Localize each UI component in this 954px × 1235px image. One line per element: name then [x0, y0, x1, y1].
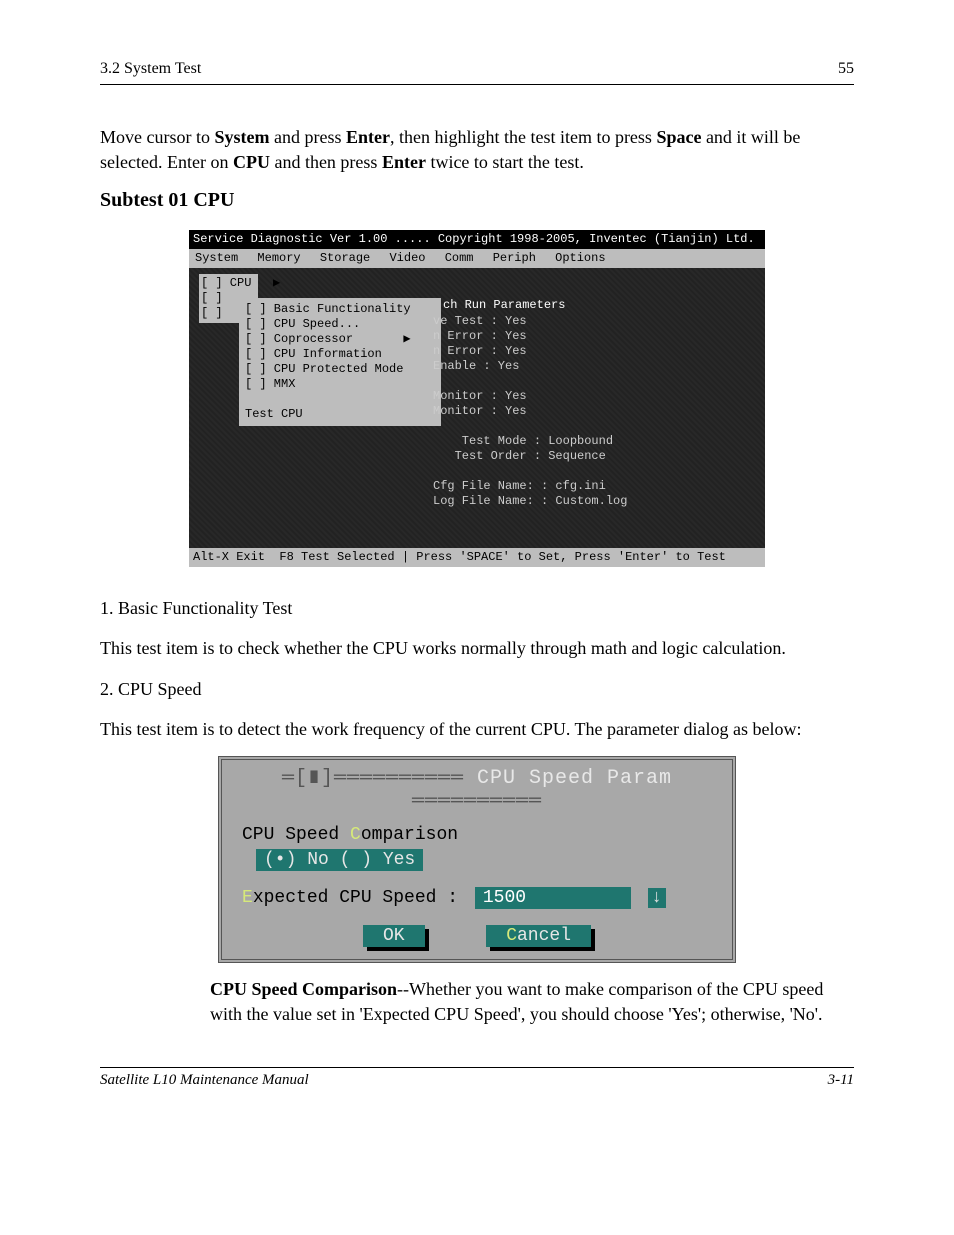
ss-panel-title: ch Run Parameters — [443, 298, 565, 313]
footer-right: 3-11 — [828, 1072, 854, 1089]
kw-enter2: Enter — [382, 152, 426, 172]
ss-menubar: System Memory Storage Video Comm Periph … — [189, 249, 765, 268]
dialog-title: CPU Speed Param — [222, 764, 732, 813]
cancel-rest: ancel — [517, 926, 571, 946]
dlg-label1a: CPU Speed — [242, 825, 350, 845]
dlg-row-comparison: CPU Speed Comparison — [222, 823, 732, 847]
top-rule — [100, 84, 854, 85]
dlg-radio-no-yes[interactable]: (•) No ( ) Yes — [256, 849, 423, 871]
item1-desc: This test item is to check whether the C… — [100, 635, 854, 661]
kw-enter1: Enter — [346, 127, 390, 147]
expected-cpu-speed-field[interactable]: 1500 — [475, 887, 631, 909]
header-left: 3.2 System Test — [100, 60, 201, 78]
dlg-hot-c: C — [350, 825, 361, 845]
dlg-row-radio: (•) No ( ) Yes — [222, 847, 732, 873]
menu-periph[interactable]: Periph — [493, 251, 536, 265]
header-right: 55 — [838, 60, 854, 78]
menu-system[interactable]: System — [195, 251, 238, 265]
intro-t1: Move cursor to — [100, 127, 214, 147]
cancel-button[interactable]: Cancel — [486, 925, 591, 947]
subtest-heading: Subtest 01 CPU — [100, 189, 854, 212]
cpu-speed-param-dialog: CPU Speed Param CPU Speed Comparison (•)… — [218, 756, 736, 963]
menu-video[interactable]: Video — [389, 251, 425, 265]
ss-panel: ve Test : Yes n Error : Yes n Error : Ye… — [433, 314, 627, 509]
diagnostic-screenshot: Service Diagnostic Ver 1.00 ..... Copyri… — [189, 230, 765, 567]
ss-submenu[interactable]: [ ] Basic Functionality [ ] CPU Speed...… — [239, 298, 441, 426]
post-lead: CPU Speed Comparison — [210, 979, 397, 999]
footer-left: Satellite L10 Maintenance Manual — [100, 1072, 309, 1089]
menu-memory[interactable]: Memory — [257, 251, 300, 265]
ss-titlebar: Service Diagnostic Ver 1.00 ..... Copyri… — [189, 230, 765, 249]
cancel-hot: C — [506, 926, 517, 946]
item2-desc: This test item is to detect the work fre… — [100, 716, 854, 742]
menu-options[interactable]: Options — [555, 251, 605, 265]
dlg-label2: xpected CPU Speed : — [253, 888, 458, 908]
dlg-buttons: OK Cancel — [222, 925, 732, 947]
intro-paragraph: Move cursor to System and press Enter, t… — [100, 125, 854, 175]
page-footer: Satellite L10 Maintenance Manual 3-11 — [100, 1067, 854, 1089]
dlg-row-expected: Expected CPU Speed : 1500 ↓ — [222, 885, 732, 911]
intro-t5: and then press — [270, 152, 382, 172]
ss-statusbar: Alt-X Exit F8 Test Selected | Press 'SPA… — [189, 548, 765, 567]
intro-t3: , then highlight the test item to press — [390, 127, 656, 147]
kw-cpu: CPU — [233, 152, 270, 172]
intro-t6: twice to start the test. — [426, 152, 584, 172]
spin-down-icon[interactable]: ↓ — [648, 888, 666, 908]
dlg-hot-e: E — [242, 888, 253, 908]
kw-space: Space — [656, 127, 701, 147]
ss-body: [ ] CPU ▶ [ ] [ ] [ ] Basic Functionalit… — [189, 268, 765, 548]
intro-t2: and press — [269, 127, 345, 147]
menu-comm[interactable]: Comm — [445, 251, 474, 265]
dlg-label1b: omparison — [361, 825, 458, 845]
kw-system: System — [214, 127, 269, 147]
item2-title: 2. CPU Speed — [100, 676, 854, 702]
menu-storage[interactable]: Storage — [320, 251, 370, 265]
ok-button[interactable]: OK — [363, 925, 425, 947]
post-paragraph: CPU Speed Comparison--Whether you want t… — [210, 977, 854, 1027]
item1-title: 1. Basic Functionality Test — [100, 595, 854, 621]
